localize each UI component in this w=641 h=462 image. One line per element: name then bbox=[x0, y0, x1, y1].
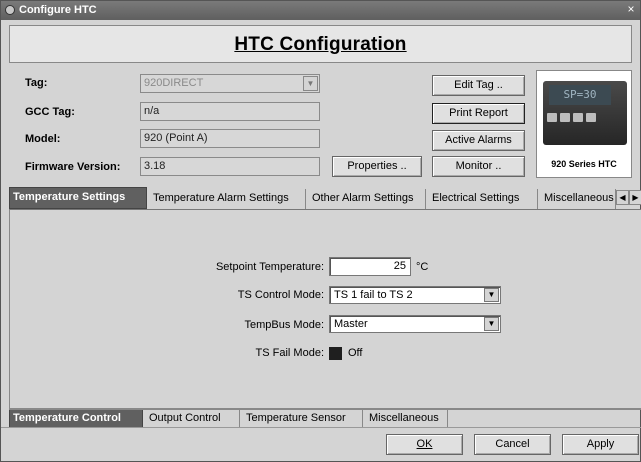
properties-button[interactable]: Properties .. bbox=[332, 156, 422, 177]
settings-tabs: Temperature Settings Temperature Alarm S… bbox=[9, 187, 641, 209]
gcc-tag-label: GCC Tag: bbox=[25, 106, 75, 118]
active-alarms-button-label: Active Alarms bbox=[445, 134, 512, 146]
tab-temperature-alarm-settings[interactable]: Temperature Alarm Settings bbox=[147, 189, 306, 209]
device-keypad bbox=[547, 113, 613, 125]
tag-label: Tag: bbox=[25, 77, 48, 89]
chevron-down-icon[interactable]: ▼ bbox=[303, 76, 318, 91]
sub-tabs: Temperature Control Output Control Tempe… bbox=[9, 409, 641, 428]
device-display: SP=30 bbox=[549, 85, 611, 105]
ts-control-mode-label: TS Control Mode: bbox=[237, 289, 324, 301]
footer-divider bbox=[1, 427, 641, 428]
chevron-right-icon[interactable]: ▶ bbox=[629, 190, 641, 205]
temperature-settings-panel bbox=[9, 209, 641, 409]
ts-control-mode-select[interactable]: TS 1 fail to TS 2 ▼ bbox=[329, 286, 501, 304]
tempbus-mode-select[interactable]: Master ▼ bbox=[329, 315, 501, 333]
page-title: HTC Configuration bbox=[234, 34, 407, 55]
tab-sub-miscellaneous[interactable]: Miscellaneous bbox=[363, 410, 448, 428]
setpoint-unit: °C bbox=[416, 261, 429, 273]
firmware-field: 3.18 bbox=[140, 157, 320, 176]
tab-output-control[interactable]: Output Control bbox=[143, 410, 240, 428]
gcc-tag-field: n/a bbox=[140, 102, 320, 121]
print-report-button-label: Print Report bbox=[449, 107, 508, 119]
apply-button[interactable]: Apply bbox=[562, 434, 639, 455]
device-caption: 920 Series HTC bbox=[551, 159, 617, 169]
monitor-button-label: Monitor .. bbox=[455, 160, 502, 172]
setpoint-label: Setpoint Temperature: bbox=[215, 261, 324, 273]
tag-value: 920DIRECT bbox=[144, 77, 204, 89]
ts-control-mode-value: TS 1 fail to TS 2 bbox=[334, 289, 413, 301]
tab-temperature-settings[interactable]: Temperature Settings bbox=[9, 187, 147, 209]
monitor-button[interactable]: Monitor .. bbox=[432, 156, 525, 177]
tab-miscellaneous[interactable]: Miscellaneous bbox=[538, 189, 616, 209]
ts-fail-mode-value: Off bbox=[348, 347, 363, 359]
model-field: 920 (Point A) bbox=[140, 129, 320, 148]
cancel-button-label: Cancel bbox=[495, 438, 530, 450]
tab-other-alarm-settings[interactable]: Other Alarm Settings bbox=[306, 189, 426, 209]
print-report-button[interactable]: Print Report bbox=[432, 103, 525, 124]
tempbus-mode-value: Master bbox=[334, 318, 368, 330]
chevron-down-icon[interactable]: ▼ bbox=[484, 317, 499, 331]
tab-electrical-settings[interactable]: Electrical Settings bbox=[426, 189, 538, 209]
chevron-down-icon[interactable]: ▼ bbox=[484, 288, 499, 302]
firmware-label: Firmware Version: bbox=[25, 161, 121, 173]
title-bar: Configure HTC × bbox=[1, 1, 640, 20]
configure-htc-window: Configure HTC × HTC Configuration Tag: G… bbox=[0, 0, 641, 462]
apply-button-label: Apply bbox=[586, 438, 615, 450]
ts-fail-mode-label: TS Fail Mode: bbox=[255, 347, 324, 359]
tab-temperature-sensor[interactable]: Temperature Sensor bbox=[240, 410, 363, 428]
ts-fail-mode-toggle[interactable] bbox=[329, 347, 342, 360]
cancel-button[interactable]: Cancel bbox=[474, 434, 551, 455]
close-icon[interactable]: × bbox=[624, 2, 638, 17]
device-image: SP=30 920 Series HTC bbox=[536, 70, 632, 178]
ok-button-label: OK bbox=[416, 438, 433, 450]
app-icon bbox=[5, 5, 15, 15]
window-title: Configure HTC bbox=[19, 4, 97, 16]
active-alarms-button[interactable]: Active Alarms bbox=[432, 130, 525, 151]
tempbus-mode-label: TempBus Mode: bbox=[244, 319, 324, 331]
ok-button[interactable]: OK bbox=[386, 434, 463, 455]
tab-temperature-control[interactable]: Temperature Control bbox=[9, 410, 143, 428]
edit-tag-button-label: Edit Tag .. bbox=[454, 79, 503, 91]
tag-combo[interactable]: 920DIRECT ▼ bbox=[140, 74, 320, 93]
setpoint-input[interactable]: 25 bbox=[329, 257, 411, 276]
model-label: Model: bbox=[25, 133, 61, 145]
config-header: HTC Configuration bbox=[9, 25, 632, 63]
properties-button-label: Properties .. bbox=[347, 160, 407, 172]
edit-tag-button[interactable]: Edit Tag .. bbox=[432, 75, 525, 96]
chevron-left-icon[interactable]: ◀ bbox=[616, 190, 629, 205]
